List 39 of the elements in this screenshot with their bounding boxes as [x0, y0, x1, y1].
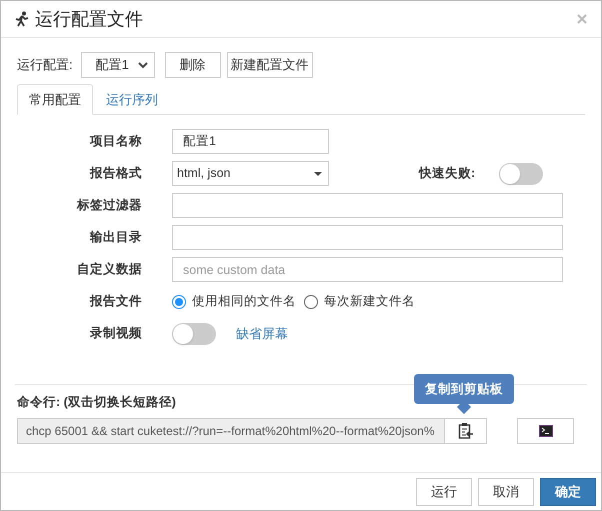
- footer-button[interactable]: 取消: [478, 478, 534, 506]
- caret-down-icon: [314, 172, 322, 176]
- field-label: 自定义数据: [76, 261, 142, 278]
- field-label: 快速失败:: [419, 165, 476, 182]
- clipboard-icon: [458, 422, 474, 440]
- toggle-switch[interactable]: [172, 322, 216, 344]
- field-label: 报告文件: [88, 293, 142, 310]
- tab[interactable]: 常用配置: [17, 84, 93, 115]
- field-label: 项目名称: [88, 133, 142, 150]
- radio-option[interactable]: 使用相同的文件名: [172, 292, 296, 311]
- field-label: 报告格式: [88, 165, 142, 182]
- toggle-switch[interactable]: [499, 162, 543, 184]
- radio-option[interactable]: 每次新建文件名: [304, 292, 415, 311]
- chevron-down-icon: [138, 62, 148, 68]
- text-field[interactable]: some custom data: [172, 257, 563, 282]
- new-config-button[interactable]: 新建配置文件: [226, 52, 313, 78]
- command-field[interactable]: chcp 65001 && start cuketest://?run=--format%20html%20--format%20json%: [17, 418, 445, 444]
- terminal-icon: [538, 425, 552, 437]
- text-field[interactable]: [172, 225, 563, 250]
- window-title: 运行配置文件: [35, 8, 143, 30]
- terminal-button[interactable]: [517, 418, 574, 444]
- copy-button[interactable]: [445, 418, 487, 444]
- text-field[interactable]: 配置1: [172, 129, 329, 154]
- confirm-button[interactable]: 确定: [540, 478, 596, 506]
- tab[interactable]: 运行序列: [93, 84, 171, 115]
- field-label: 输出目录: [88, 229, 142, 246]
- config-select[interactable]: 配置1: [80, 52, 155, 78]
- tooltip: 复制到剪贴板: [414, 374, 514, 404]
- close-icon[interactable]: [577, 14, 587, 24]
- delete-button[interactable]: 删除: [164, 52, 221, 78]
- screen-link[interactable]: 缺省屏幕: [236, 324, 288, 344]
- format-select[interactable]: html, json: [172, 161, 329, 186]
- field-label: 标签过滤器: [76, 197, 142, 214]
- field-label: 录制视频: [89, 325, 142, 342]
- running-figure-icon: [15, 11, 29, 27]
- config-label: 运行配置:: [17, 56, 73, 74]
- text-field[interactable]: [172, 193, 563, 218]
- footer-button[interactable]: 运行: [416, 478, 472, 506]
- command-line-label: 命令行: (双击切换长短路径): [17, 394, 176, 412]
